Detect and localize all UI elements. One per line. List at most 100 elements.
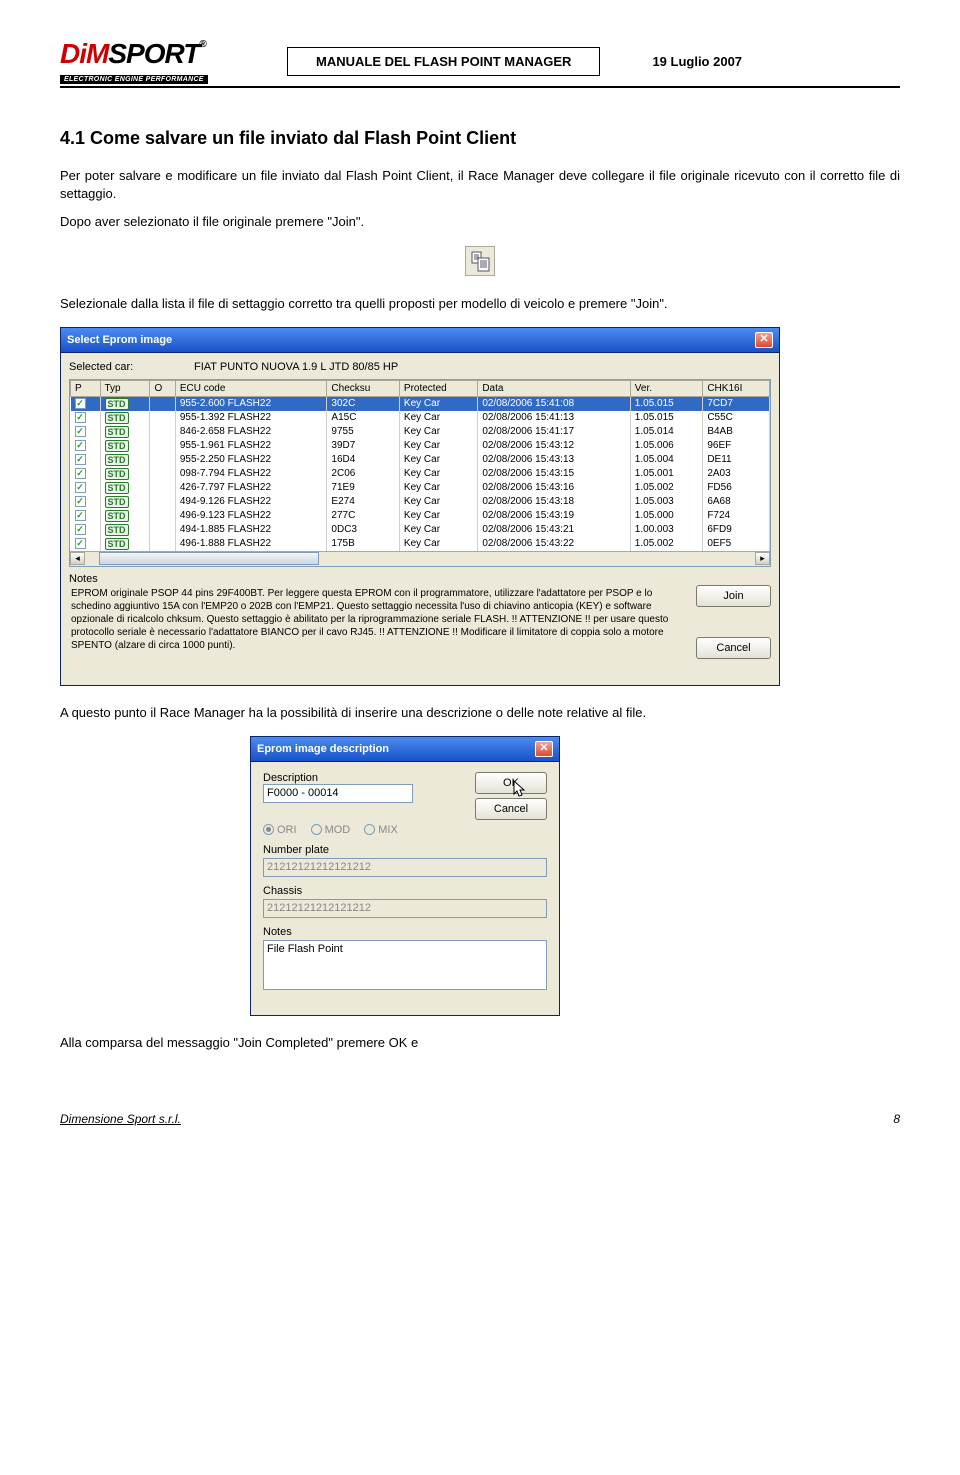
table-cell: 1.05.015 <box>630 396 703 411</box>
table-cell: ✓ <box>71 495 101 509</box>
table-cell: STD <box>100 396 150 411</box>
join-button[interactable]: Join <box>696 585 771 607</box>
section-heading: 4.1 Come salvare un file inviato dal Fla… <box>60 128 900 149</box>
table-row[interactable]: ✓STD494-1.885 FLASH220DC3Key Car02/08/20… <box>71 523 770 537</box>
logo-letter: D <box>60 38 79 69</box>
table-cell: 1.05.001 <box>630 467 703 481</box>
header-rule <box>60 86 900 88</box>
table-row[interactable]: ✓STD955-1.961 FLASH2239D7Key Car02/08/20… <box>71 439 770 453</box>
table-row[interactable]: ✓STD098-7.794 FLASH222C06Key Car02/08/20… <box>71 467 770 481</box>
paragraph: Per poter salvare e modificare un file i… <box>60 167 900 203</box>
table-header[interactable]: O <box>150 380 175 396</box>
description-input[interactable] <box>263 784 413 803</box>
table-row[interactable]: ✓STD955-2.600 FLASH22302CKey Car02/08/20… <box>71 396 770 411</box>
table-row[interactable]: ✓STD494-9.126 FLASH22E274Key Car02/08/20… <box>71 495 770 509</box>
ok-button[interactable]: OK <box>475 772 547 794</box>
table-cell <box>150 481 175 495</box>
dialog-titlebar[interactable]: Select Eprom image ✕ <box>61 328 779 353</box>
table-cell <box>150 453 175 467</box>
close-icon[interactable]: ✕ <box>535 741 553 757</box>
cancel-button[interactable]: Cancel <box>696 637 771 659</box>
radio-mod[interactable]: MOD <box>311 824 351 836</box>
table-cell: ✓ <box>71 537 101 551</box>
table-cell <box>150 425 175 439</box>
std-badge: STD <box>105 524 129 536</box>
checkbox-icon[interactable]: ✓ <box>75 454 86 465</box>
table-cell: 02/08/2006 15:43:22 <box>478 537 630 551</box>
std-badge: STD <box>105 426 129 438</box>
scroll-right-icon[interactable]: ▸ <box>755 552 770 565</box>
close-icon[interactable]: ✕ <box>755 332 773 348</box>
checkbox-icon[interactable]: ✓ <box>75 538 86 549</box>
horizontal-scrollbar[interactable]: ◂ ▸ <box>70 551 770 566</box>
scroll-left-icon[interactable]: ◂ <box>70 552 85 565</box>
table-cell: 02/08/2006 15:43:15 <box>478 467 630 481</box>
checkbox-icon[interactable]: ✓ <box>75 412 86 423</box>
table-header[interactable]: Protected <box>399 380 477 396</box>
table-header[interactable]: Ver. <box>630 380 703 396</box>
table-cell: 1.05.014 <box>630 425 703 439</box>
table-cell: Key Car <box>399 523 477 537</box>
std-badge: STD <box>105 440 129 452</box>
type-radio-group[interactable]: ORI MOD MIX <box>263 824 547 836</box>
checkbox-icon[interactable]: ✓ <box>75 496 86 507</box>
radio-ori[interactable]: ORI <box>263 824 297 836</box>
checkbox-icon[interactable]: ✓ <box>75 482 86 493</box>
table-cell <box>150 523 175 537</box>
table-cell: Key Car <box>399 439 477 453</box>
table-row[interactable]: ✓STD955-1.392 FLASH22A15CKey Car02/08/20… <box>71 411 770 425</box>
description-label: Description <box>263 772 318 784</box>
table-cell: 02/08/2006 15:41:08 <box>478 396 630 411</box>
selected-car-value: FIAT PUNTO NUOVA 1.9 L JTD 80/85 HP <box>194 361 398 373</box>
table-row[interactable]: ✓STD496-1.888 FLASH22175BKey Car02/08/20… <box>71 537 770 551</box>
table-cell: 175B <box>327 537 399 551</box>
table-cell: 02/08/2006 15:43:16 <box>478 481 630 495</box>
table-header[interactable]: CHK16I <box>703 380 770 396</box>
notes-textarea[interactable] <box>263 940 547 990</box>
table-row[interactable]: ✓STD496-9.123 FLASH22277CKey Car02/08/20… <box>71 509 770 523</box>
table-cell: 955-2.250 FLASH22 <box>175 453 327 467</box>
table-cell: 2C06 <box>327 467 399 481</box>
table-header[interactable]: P <box>71 380 101 396</box>
checkbox-icon[interactable]: ✓ <box>75 426 86 437</box>
table-cell: F724 <box>703 509 770 523</box>
std-badge: STD <box>105 496 129 508</box>
checkbox-icon[interactable]: ✓ <box>75 524 86 535</box>
scroll-thumb[interactable] <box>99 552 319 565</box>
table-cell: ✓ <box>71 467 101 481</box>
numberplate-label: Number plate <box>263 844 547 856</box>
table-cell: 1.05.015 <box>630 411 703 425</box>
cursor-icon <box>513 780 527 800</box>
table-cell: 277C <box>327 509 399 523</box>
table-cell: 39D7 <box>327 439 399 453</box>
eprom-table[interactable]: PTypOECU codeChecksuProtectedDataVer.CHK… <box>70 380 770 551</box>
paragraph: Alla comparsa del messaggio "Join Comple… <box>60 1034 900 1052</box>
table-header[interactable]: Checksu <box>327 380 399 396</box>
table-header[interactable]: ECU code <box>175 380 327 396</box>
table-cell: E274 <box>327 495 399 509</box>
table-row[interactable]: ✓STD426-7.797 FLASH2271E9Key Car02/08/20… <box>71 481 770 495</box>
table-row[interactable]: ✓STD955-2.250 FLASH2216D4Key Car02/08/20… <box>71 453 770 467</box>
table-cell: Key Car <box>399 467 477 481</box>
table-row[interactable]: ✓STD846-2.658 FLASH229755Key Car02/08/20… <box>71 425 770 439</box>
table-header[interactable]: Data <box>478 380 630 396</box>
radio-mix[interactable]: MIX <box>364 824 398 836</box>
table-cell: STD <box>100 467 150 481</box>
join-toolbar-icon[interactable] <box>465 246 495 276</box>
checkbox-icon[interactable]: ✓ <box>75 440 86 451</box>
table-cell: STD <box>100 439 150 453</box>
table-cell: STD <box>100 425 150 439</box>
checkbox-icon[interactable]: ✓ <box>75 468 86 479</box>
table-cell: STD <box>100 537 150 551</box>
table-cell: B4AB <box>703 425 770 439</box>
std-badge: STD <box>105 398 129 410</box>
table-header[interactable]: Typ <box>100 380 150 396</box>
checkbox-icon[interactable]: ✓ <box>75 398 86 409</box>
dialog-titlebar[interactable]: Eprom image description ✕ <box>251 737 559 762</box>
checkbox-icon[interactable]: ✓ <box>75 510 86 521</box>
table-cell: Key Car <box>399 481 477 495</box>
table-cell: 02/08/2006 15:41:13 <box>478 411 630 425</box>
table-cell: 1.05.006 <box>630 439 703 453</box>
table-cell: Key Car <box>399 453 477 467</box>
cancel-button[interactable]: Cancel <box>475 798 547 820</box>
